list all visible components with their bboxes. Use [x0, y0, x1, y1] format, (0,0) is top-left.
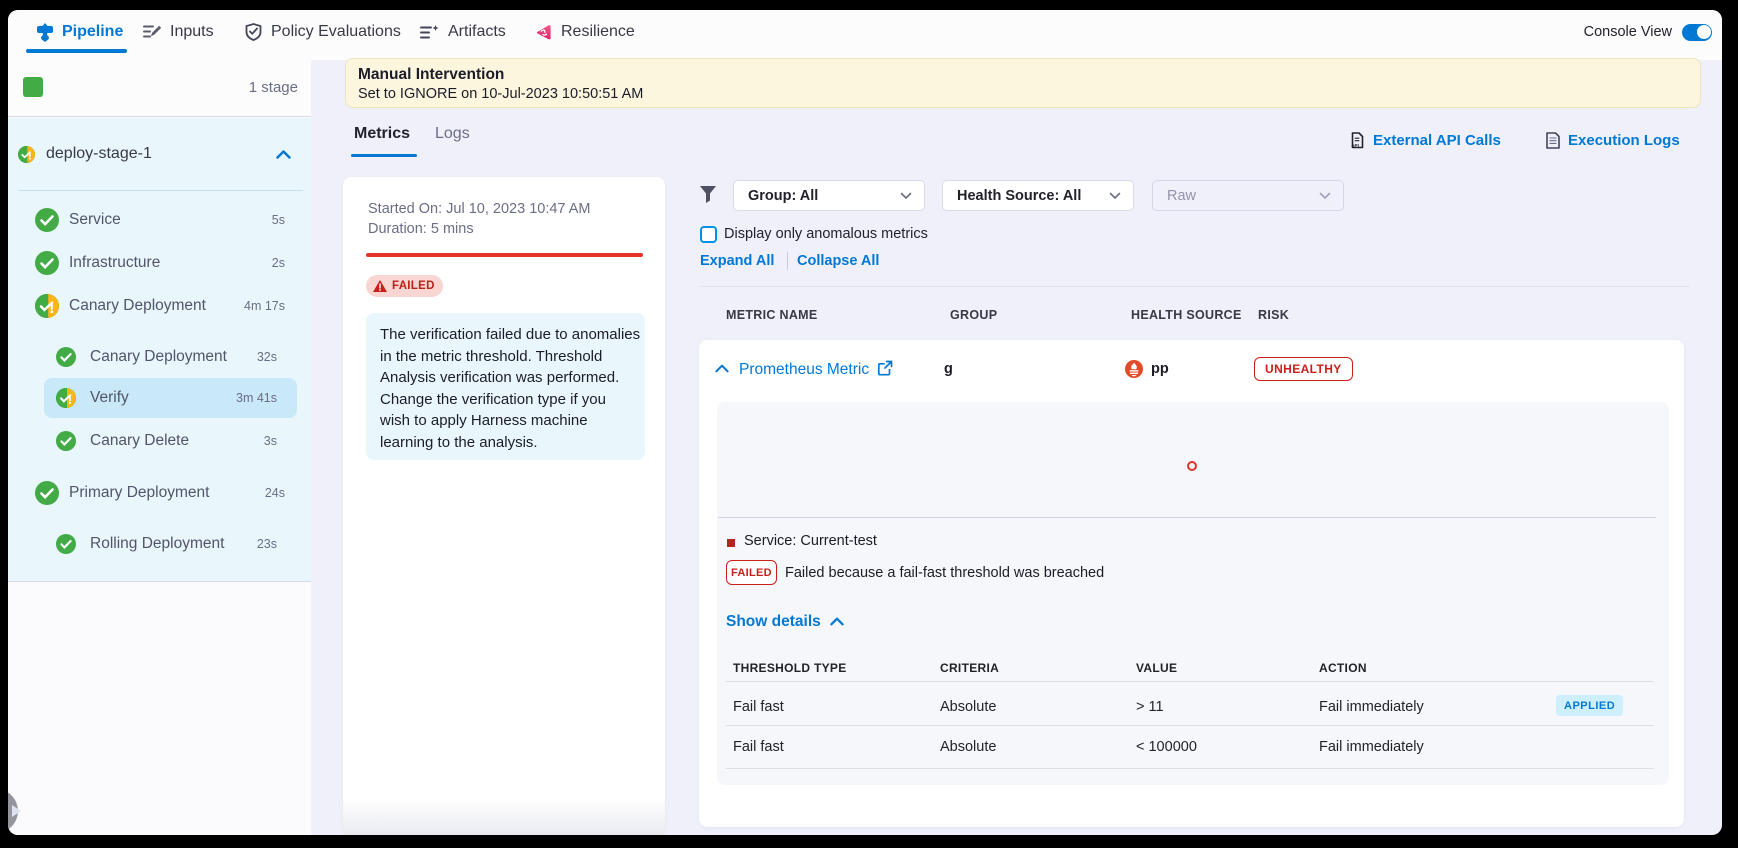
svg-text:API: API — [1351, 143, 1359, 148]
